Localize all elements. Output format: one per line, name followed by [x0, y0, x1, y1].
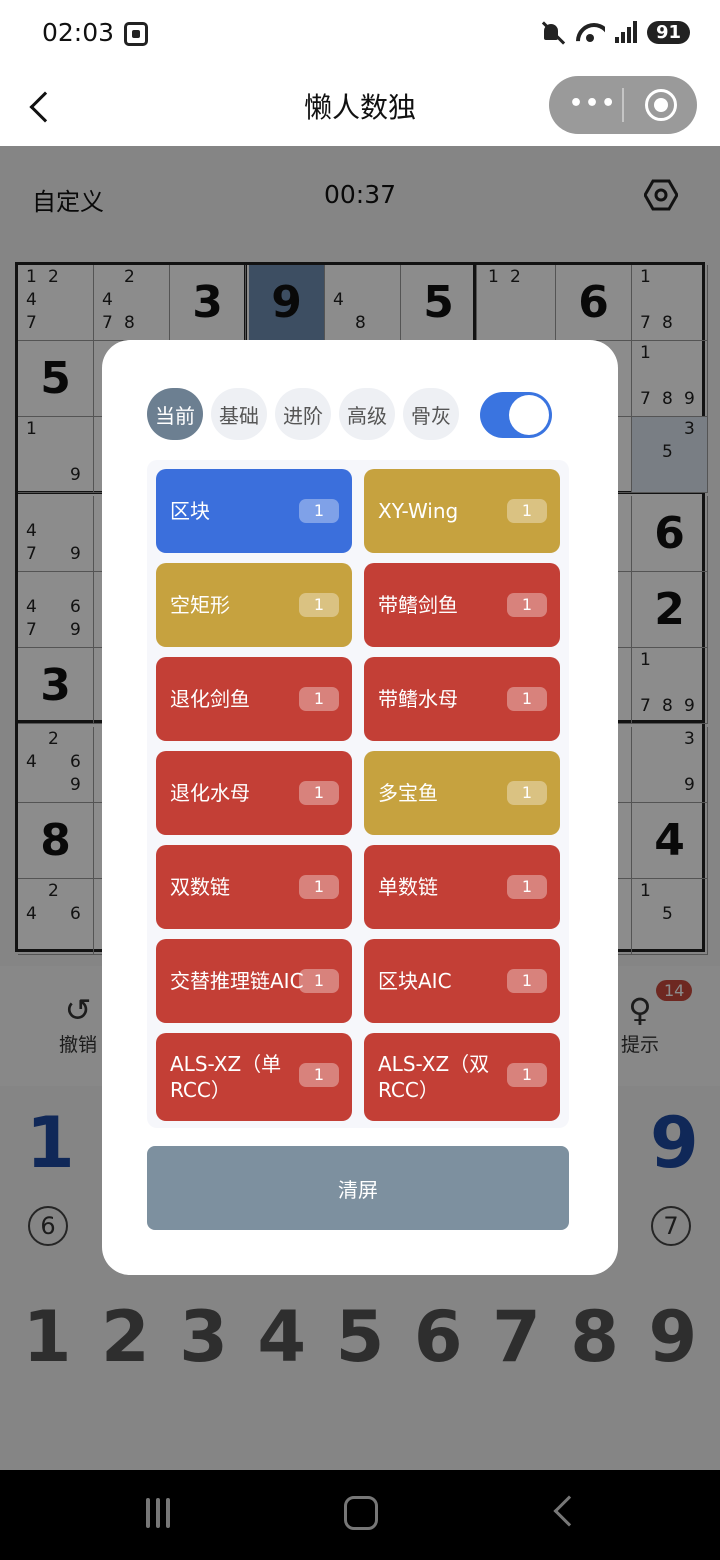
tab-0[interactable]: 当前 — [147, 388, 203, 440]
tab-1[interactable]: 基础 — [211, 388, 267, 440]
technique-count-badge: 1 — [299, 969, 339, 993]
technique-label: 区块AIC — [378, 969, 452, 993]
technique-count-badge: 1 — [299, 499, 339, 523]
technique-label: 退化剑鱼 — [170, 687, 250, 711]
status-time: 02:03 — [42, 18, 115, 47]
status-bar: 02:03 91 — [0, 0, 720, 66]
technique-count-badge: 1 — [299, 781, 339, 805]
technique-count-badge: 1 — [507, 969, 547, 993]
clear-screen-button[interactable]: 清屏 — [147, 1146, 569, 1230]
technique-label: 退化水母 — [170, 781, 250, 805]
signal-icon — [614, 21, 637, 43]
system-nav-bar — [0, 1470, 720, 1560]
tab-3[interactable]: 高级 — [339, 388, 395, 440]
technique-label: 单数链 — [378, 875, 438, 899]
difficulty-tabs: 当前 基础 进阶 高级 骨灰 — [147, 388, 459, 440]
technique-label: 区块 — [170, 499, 210, 523]
status-icons: 91 — [541, 20, 690, 44]
technique-count-badge: 1 — [507, 499, 547, 523]
more-dots-icon[interactable]: ••• — [569, 93, 615, 115]
technique-button[interactable]: 空矩形 1 — [156, 563, 352, 647]
technique-label: 带鳍剑鱼 — [378, 593, 458, 617]
technique-count-badge: 1 — [299, 593, 339, 617]
capsule-divider — [622, 88, 624, 122]
tab-4[interactable]: 骨灰 — [403, 388, 459, 440]
technique-label: ALS-XZ（单RCC） — [170, 1052, 282, 1102]
technique-label: 双数链 — [170, 875, 230, 899]
technique-label: XY-Wing — [378, 499, 459, 523]
technique-dialog: 当前 基础 进阶 高级 骨灰 区块 1 XY-Wing 1 空矩形 1 带鳍剑鱼 1 退化剑鱼 1 带鳍水母… — [102, 340, 618, 1275]
technique-count-badge: 1 — [299, 875, 339, 899]
technique-label: ALS-XZ（双RCC） — [378, 1052, 490, 1102]
home-icon[interactable] — [344, 1496, 378, 1530]
technique-count-badge: 1 — [507, 687, 547, 711]
technique-label: 多宝鱼 — [378, 781, 438, 805]
screen-record-icon — [124, 22, 148, 46]
technique-count-badge: 1 — [299, 687, 339, 711]
recent-apps-icon[interactable] — [146, 1498, 170, 1528]
technique-label: 交替推理链AIC — [170, 969, 304, 993]
technique-button[interactable]: 区块 1 — [156, 469, 352, 553]
toggle-knob — [509, 395, 549, 435]
technique-button[interactable]: 带鳍水母 1 — [364, 657, 560, 741]
nav-bar: 懒人数独 ••• — [0, 66, 720, 146]
target-circle-icon[interactable] — [645, 89, 677, 121]
miniprogram-capsule: ••• — [549, 76, 697, 134]
technique-button[interactable]: ALS-XZ（单RCC） 1 — [156, 1033, 352, 1121]
technique-button[interactable]: 多宝鱼 1 — [364, 751, 560, 835]
battery-indicator: 91 — [646, 20, 690, 44]
mute-icon — [541, 20, 565, 44]
technique-button[interactable]: 带鳍剑鱼 1 — [364, 563, 560, 647]
system-back-icon[interactable] — [553, 1495, 585, 1527]
wifi-icon — [575, 20, 605, 44]
technique-button[interactable]: 退化剑鱼 1 — [156, 657, 352, 741]
technique-button[interactable]: 区块AIC 1 — [364, 939, 560, 1023]
technique-button[interactable]: 双数链 1 — [156, 845, 352, 929]
technique-button[interactable]: XY-Wing 1 — [364, 469, 560, 553]
technique-button[interactable]: 单数链 1 — [364, 845, 560, 929]
technique-label: 空矩形 — [170, 593, 230, 617]
technique-toggle[interactable] — [480, 392, 552, 438]
technique-count-badge: 1 — [507, 593, 547, 617]
technique-grid: 区块 1 XY-Wing 1 空矩形 1 带鳍剑鱼 1 退化剑鱼 1 带鳍水母 1 退化水母 1 多宝鱼 1 双… — [147, 460, 569, 1128]
technique-label: 带鳍水母 — [378, 687, 458, 711]
technique-button[interactable]: ALS-XZ（双RCC） 1 — [364, 1033, 560, 1121]
technique-count-badge: 1 — [299, 1063, 339, 1087]
tab-2[interactable]: 进阶 — [275, 388, 331, 440]
technique-button[interactable]: 交替推理链AIC 1 — [156, 939, 352, 1023]
technique-count-badge: 1 — [507, 781, 547, 805]
technique-count-badge: 1 — [507, 875, 547, 899]
technique-count-badge: 1 — [507, 1063, 547, 1087]
technique-button[interactable]: 退化水母 1 — [156, 751, 352, 835]
